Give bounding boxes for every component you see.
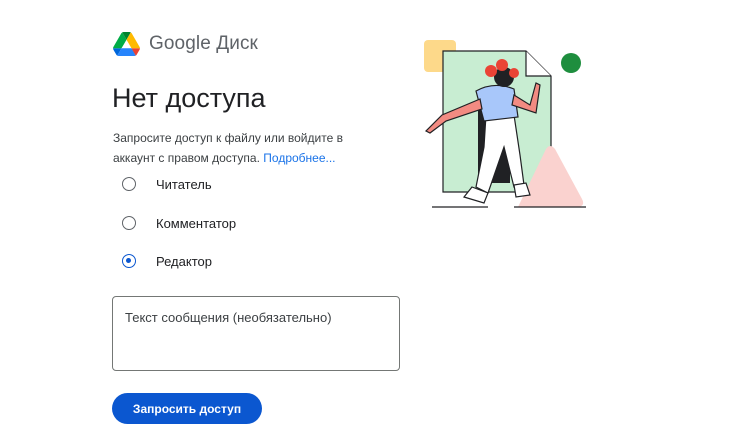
brand-google: Google bbox=[149, 33, 211, 54]
person-torso-shape bbox=[475, 84, 519, 122]
role-label-viewer: Читатель bbox=[156, 176, 212, 192]
learn-more-link[interactable]: Подробнее... bbox=[263, 151, 335, 165]
document-fold bbox=[525, 51, 551, 77]
radio-commenter[interactable] bbox=[122, 216, 136, 230]
role-label-editor: Редактор bbox=[156, 253, 212, 269]
person-leaving-document-illustration bbox=[424, 40, 586, 208]
brand-product: Диск bbox=[216, 33, 258, 54]
role-option-editor[interactable]: Редактор bbox=[122, 251, 212, 271]
radio-selected-dot bbox=[126, 258, 131, 263]
brand-name: Google Диск bbox=[149, 33, 258, 55]
google-drive-icon bbox=[113, 32, 140, 56]
radio-editor[interactable] bbox=[122, 254, 136, 268]
role-option-commenter[interactable]: Комментатор bbox=[122, 213, 236, 233]
role-label-commenter: Комментатор bbox=[156, 215, 237, 231]
request-access-button[interactable]: Запросить доступ bbox=[112, 393, 262, 424]
page-title: Нет доступа bbox=[112, 83, 266, 113]
page-description: Запросите доступ к файлу или войдите в а… bbox=[113, 128, 383, 168]
message-field[interactable] bbox=[112, 296, 400, 371]
role-option-viewer[interactable]: Читатель bbox=[122, 174, 212, 194]
radio-viewer[interactable] bbox=[122, 177, 136, 191]
green-dot-shape bbox=[561, 53, 581, 73]
brand-header: Google Диск bbox=[113, 30, 258, 58]
